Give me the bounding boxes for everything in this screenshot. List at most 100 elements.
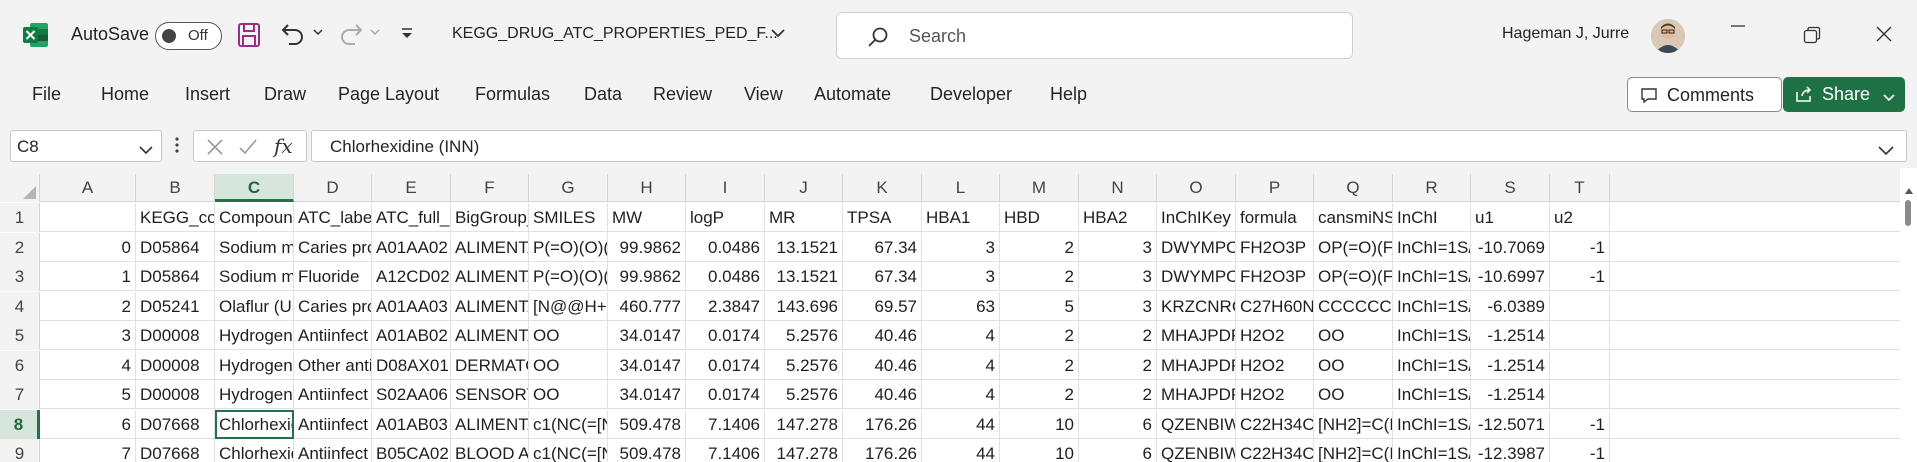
grid-cell[interactable]: KRZCNRGN [1157,291,1236,321]
grid-cell[interactable]: 147.278 [765,439,843,462]
grid-cell[interactable]: 99.9862 [608,262,686,291]
grid-cell[interactable]: 5.2576 [765,321,843,350]
row-header[interactable]: 9 [0,439,40,462]
grid-cell[interactable]: Hydrogen [215,321,294,350]
grid-cell[interactable]: -1 [1550,439,1610,462]
tab-view[interactable]: View [744,84,783,105]
grid-cell[interactable]: 5.2576 [765,380,843,409]
spreadsheet-grid[interactable]: ABCDEFGHIJKLMNOPQRST 1KEGG_codeCompoundA… [0,168,1917,462]
grid-cell[interactable]: C22H34Cl [1236,409,1314,439]
undo-icon[interactable] [280,21,306,47]
grid-cell[interactable]: 4 [922,350,1000,380]
grid-cell[interactable]: 5 [40,380,136,409]
scroll-up-icon[interactable] [1904,182,1914,200]
column-header-d[interactable]: D [294,174,372,202]
grid-cell[interactable]: D00008 [136,350,215,380]
grid-cell[interactable]: 2 [1079,350,1157,380]
grid-cell[interactable]: ALIMENTA [451,291,529,321]
grid-cell[interactable]: D08AX01 [372,350,451,380]
grid-cell[interactable]: 2.3847 [686,291,765,321]
select-all-corner[interactable] [0,174,40,202]
column-header-h[interactable]: H [608,174,686,202]
grid-cell[interactable]: MHAJPDPJ [1157,321,1236,350]
grid-cell[interactable]: InChIKey [1157,203,1236,232]
grid-cell[interactable]: 44 [922,439,1000,462]
grid-cell[interactable]: A01AA03 [372,291,451,321]
tab-automate[interactable]: Automate [814,84,891,105]
column-header-r[interactable]: R [1393,174,1471,202]
grid-cell[interactable] [1550,350,1610,380]
grid-cell[interactable]: BLOOD AN [451,439,529,462]
grid-cell[interactable]: SMILES [529,203,608,232]
grid-cell[interactable]: Antiinfect [294,321,372,350]
grid-cell[interactable]: HBA2 [1079,203,1157,232]
tab-page-layout[interactable]: Page Layout [338,84,439,105]
share-button[interactable]: Share [1783,77,1905,112]
grid-cell[interactable]: c1(NC(=[N [529,439,608,462]
grid-cell[interactable]: D07668 [136,409,215,439]
grid-cell[interactable]: Hydrogen [215,350,294,380]
tab-review[interactable]: Review [653,84,712,105]
grid-cell[interactable]: InChI=1S/F [1393,232,1471,262]
grid-cell[interactable]: D07668 [136,439,215,462]
tab-insert[interactable]: Insert [185,84,230,105]
grid-cell[interactable]: SENSORY [451,380,529,409]
grid-cell[interactable]: P(=O)(O)( [529,232,608,262]
close-icon[interactable] [1875,25,1893,43]
tab-formulas[interactable]: Formulas [475,84,550,105]
grid-cell[interactable]: ALIMENTA [451,262,529,291]
grid-cell[interactable]: 176.26 [843,409,922,439]
undo-dropdown-icon[interactable] [313,28,323,36]
tab-data[interactable]: Data [584,84,622,105]
grid-cell[interactable]: OO [529,321,608,350]
grid-cell[interactable]: 3 [1079,291,1157,321]
avatar[interactable] [1651,19,1685,53]
grid-cell[interactable]: 143.696 [765,291,843,321]
grid-cell[interactable]: u1 [1471,203,1550,232]
column-header-o[interactable]: O [1157,174,1236,202]
grid-cell[interactable]: -1.2514 [1471,350,1550,380]
grid-cell[interactable]: 67.34 [843,232,922,262]
column-header-k[interactable]: K [843,174,922,202]
column-header-b[interactable]: B [136,174,215,202]
grid-cell[interactable]: ALIMENTA [451,409,529,439]
row-header[interactable]: 2 [0,232,40,262]
column-header-c[interactable]: C [215,174,294,202]
grid-cell[interactable]: InChI [1393,203,1471,232]
grid-cell[interactable]: cansmiNS [1314,203,1393,232]
grid-cell[interactable]: 2 [1000,232,1079,262]
grid-cell[interactable]: -1.2514 [1471,380,1550,409]
row-header[interactable]: 5 [0,321,40,350]
insert-function-icon[interactable]: fx [274,134,293,158]
formula-input[interactable]: Chlorhexidine (INN) [311,130,1907,162]
grid-cell[interactable]: 0 [40,232,136,262]
grid-cell[interactable]: QZENBIWU [1157,409,1236,439]
grid-cell[interactable]: 34.0147 [608,380,686,409]
grid-cell[interactable]: HBD [1000,203,1079,232]
grid-cell[interactable]: FH2O3P [1236,262,1314,291]
grid-cell[interactable]: A01AA02 [372,232,451,262]
grid-cell[interactable]: H2O2 [1236,380,1314,409]
grid-cell[interactable]: S02AA06 [372,380,451,409]
grid-cell[interactable]: -12.5071 [1471,409,1550,439]
grid-cell[interactable]: InChI=1S/H [1393,350,1471,380]
tab-file[interactable]: File [32,84,61,105]
grid-cell[interactable]: MR [765,203,843,232]
grid-cell[interactable]: 0.0174 [686,380,765,409]
grid-cell[interactable]: InChI=1S/H [1393,321,1471,350]
grid-cell[interactable]: MW [608,203,686,232]
grid-cell[interactable]: DWYMPO [1157,262,1236,291]
column-header-p[interactable]: P [1236,174,1314,202]
grid-cell[interactable]: A12CD02 [372,262,451,291]
grid-cell[interactable]: c1(NC(=[N [529,409,608,439]
grid-cell[interactable]: ALIMENTA [451,232,529,262]
grid-cell[interactable]: 176.26 [843,439,922,462]
grid-cell[interactable]: CCCCCCC [1314,291,1393,321]
grid-cell[interactable]: D05864 [136,232,215,262]
row-header[interactable]: 4 [0,291,40,321]
chevron-down-icon[interactable] [1883,89,1895,107]
grid-cell[interactable]: u2 [1550,203,1610,232]
grid-cell[interactable]: ALIMENTA [451,321,529,350]
grid-cell[interactable]: -10.7069 [1471,232,1550,262]
autosave-toggle[interactable]: Off [155,22,222,50]
